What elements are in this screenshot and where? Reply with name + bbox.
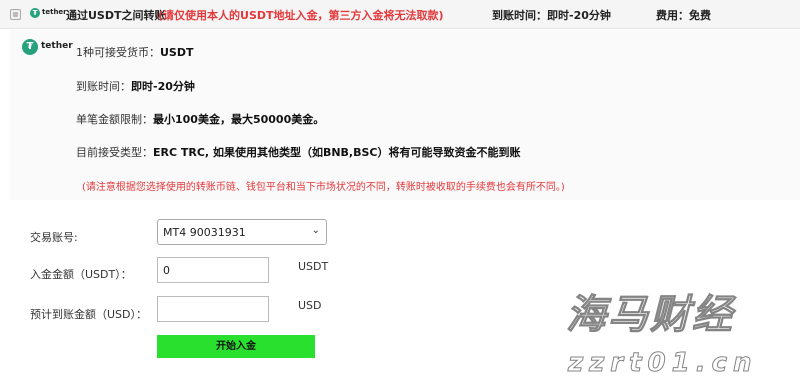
currency-line: 1种可接受货币：USDT (76, 44, 194, 60)
limit-label: 单笔金额限制： (76, 113, 153, 126)
method-warning: (请仅使用本人的USDT地址入金，第三方入金将无法取款) (158, 9, 444, 22)
types-line: 目前接受类型：ERC TRC, 如果使用其他类型（如BNB,BSC）将有可能导致… (76, 144, 520, 160)
method-details-panel: ₮ tether 1种可接受货币：USDT 到账时间：即时-20分钟 单笔金额限… (10, 30, 800, 200)
method-title: 通过USDT之间转账 (66, 9, 166, 22)
chevron-down-icon: ⌄ (311, 225, 320, 236)
fee-note: (请注意根据您选择使用的转账币链、钱包平台和当下市场状况的不同，转账时被收取的手… (82, 182, 565, 193)
deposit-amount-label: 入金金额（USDT）： (30, 268, 132, 281)
account-select[interactable]: MT4 90031931 ⌄ (157, 219, 327, 245)
tether-logo-label: tether (42, 8, 67, 16)
estimated-amount-input[interactable] (157, 296, 269, 322)
types-label: 目前接受类型： (76, 146, 153, 159)
fee-info: 费用：免费 (656, 9, 711, 22)
estimated-unit: USD (298, 299, 322, 312)
estimated-amount-label: 预计到账金额（USD）： (30, 308, 148, 321)
tether-icon: ₮ (22, 39, 38, 55)
method-radio[interactable] (10, 9, 21, 20)
limit-line: 单笔金额限制：最小100美金，最大50000美金。 (76, 111, 324, 127)
account-label: 交易账号: (30, 231, 78, 244)
tether-icon: ₮ (30, 8, 40, 18)
arrival-time: 到账时间：即时-20分钟 (492, 9, 611, 22)
watermark: 海马财经 zzrt01.cn (548, 276, 800, 383)
arrival-label: 到账时间： (76, 80, 131, 93)
currency-value: USDT (160, 46, 194, 59)
account-select-value: MT4 90031931 (163, 226, 246, 239)
types-value: ERC TRC, 如果使用其他类型（如BNB,BSC）将有可能导致资金不能到账 (153, 146, 521, 159)
watermark-brand: 海马财经 (566, 292, 734, 339)
tether-logo-label: tether (41, 41, 73, 51)
start-deposit-button[interactable]: 开始入金 (157, 335, 315, 358)
payment-method-row[interactable]: ₮ tether 通过USDT之间转账 (请仅使用本人的USDT地址入金，第三方… (0, 0, 800, 29)
arrival-line: 到账时间：即时-20分钟 (76, 78, 195, 94)
arrival-value: 即时-20分钟 (131, 80, 195, 93)
currency-label: 1种可接受货币： (76, 46, 160, 59)
deposit-unit: USDT (298, 260, 329, 273)
watermark-domain: zzrt01.cn (568, 348, 758, 379)
deposit-amount-input[interactable] (157, 257, 269, 283)
limit-value: 最小100美金，最大50000美金。 (153, 113, 325, 126)
